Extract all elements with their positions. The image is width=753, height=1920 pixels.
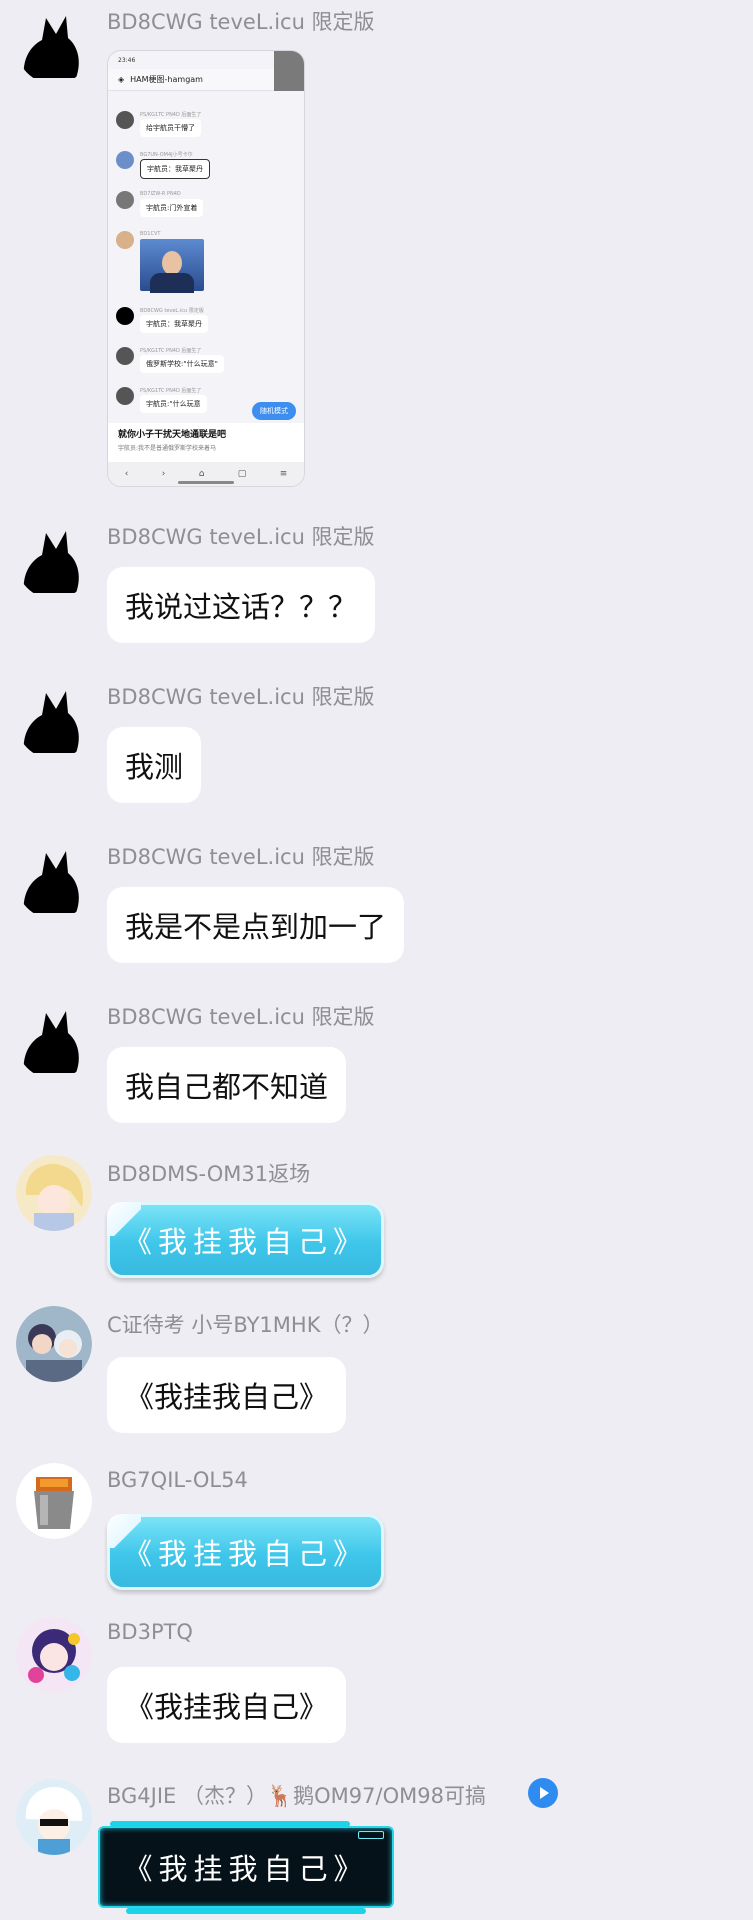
anime-girl-avatar[interactable] <box>16 1155 92 1231</box>
message-7: C证待考 小号BY1MHK（？） 《我挂我自己》 <box>0 1306 753 1454</box>
frame-dots <box>358 1831 384 1839</box>
black-cat-avatar[interactable] <box>16 523 92 599</box>
sender-name: BD8CWG teveL.icu 限定版 <box>107 525 375 549</box>
black-cat-avatar[interactable] <box>16 1003 92 1079</box>
thumb-row: PS/KG1TC PN4D 后面生了 给宇航员干懵了 <box>116 111 296 141</box>
black-cat-avatar[interactable] <box>16 843 92 919</box>
message-2: BD8CWG teveL.icu 限定版 我说过这话？？？ <box>0 515 753 665</box>
black-cat-avatar[interactable] <box>16 8 92 84</box>
sender-name: BD3PTQ <box>107 1620 193 1644</box>
thumb-corner <box>274 51 304 91</box>
decorated-bubble[interactable]: 《我挂我自己》 <box>107 1514 384 1590</box>
mini-avatar <box>116 307 134 325</box>
play-icon[interactable] <box>528 1778 558 1808</box>
frame-bar-top <box>110 1821 350 1827</box>
sender-name: BG7QIL-OL54 <box>107 1468 248 1492</box>
message-4: BD8CWG teveL.icu 限定版 我是不是点到加一了 <box>0 835 753 985</box>
message-bubble[interactable]: 我说过这话？？？ <box>107 567 376 643</box>
sender-name: C证待考 小号BY1MHK（？） <box>107 1313 384 1337</box>
bucket-avatar[interactable] <box>16 1463 92 1539</box>
sender-name: BD8DMS-OM31返场 <box>107 1162 311 1186</box>
astronaut-photo <box>140 239 204 293</box>
tech-frame-bubble[interactable]: 《我挂我自己》 <box>98 1821 394 1914</box>
thumb-row: PS/KG1TC PN4D 后面生了 俄罗斯学校:"什么玩意" <box>116 347 296 377</box>
mini-avatar <box>116 191 134 209</box>
anime-sunglasses-avatar[interactable] <box>16 1779 92 1855</box>
message-5: BD8CWG teveL.icu 限定版 我自己都不知道 <box>0 995 753 1145</box>
thumb-row: BD7IZW-R PN4D 宇航员:门外宣着 <box>116 191 296 221</box>
shield-icon: ◈ <box>118 75 125 84</box>
black-cat-avatar[interactable] <box>16 683 92 759</box>
mini-avatar <box>116 151 134 169</box>
message-3: BD8CWG teveL.icu 限定版 我测 <box>0 675 753 825</box>
message-1: BD8CWG teveL.icu 限定版 23:46 ◈ HAM梗图-hamgam… <box>0 0 753 500</box>
sender-name: BD8CWG teveL.icu 限定版 <box>107 10 375 34</box>
thumb-article: 就你小子干扰天地通联是吧 宇航员:我不是普通俄罗斯学校来着马 <box>108 423 304 463</box>
sender-name: BD8CWG teveL.icu 限定版 <box>107 1005 375 1029</box>
random-mode-button: 随机模式 <box>252 402 296 420</box>
message-bubble[interactable]: 《我挂我自己》 <box>107 1357 347 1433</box>
decorated-bubble[interactable]: 《我挂我自己》 <box>107 1202 384 1278</box>
message-bubble[interactable]: 我测 <box>107 727 202 803</box>
mini-avatar <box>116 387 134 405</box>
home-handle <box>178 481 234 484</box>
message-bubble[interactable]: 我是不是点到加一了 <box>107 887 405 963</box>
thumb-row: BD8CWG teveL.icu 限定版 宇航员：我草聚丹 <box>116 307 296 337</box>
colorful-avatar[interactable] <box>16 1617 92 1693</box>
message-9: BD3PTQ 《我挂我自己》 <box>0 1617 753 1767</box>
sender-name: BG4JIE （杰？）🦌鹅OM97/OM98可搞 <box>107 1784 486 1808</box>
sender-name: BD8CWG teveL.icu 限定版 <box>107 685 375 709</box>
frame-bar-bottom <box>126 1908 366 1914</box>
thumb-row: BD1CVT <box>116 231 296 301</box>
message-8: BG7QIL-OL54 《我挂我自己》 <box>0 1463 753 1611</box>
message-6: BD8DMS-OM31返场 《我挂我自己》 <box>0 1155 753 1300</box>
thumb-row: BG7UN-OM4J小号卡尔 宇航员：我草聚丹 <box>116 151 296 181</box>
message-bubble[interactable]: 我自己都不知道 <box>107 1047 347 1123</box>
anime-duo-avatar[interactable] <box>16 1306 92 1382</box>
message-10: BG4JIE （杰？）🦌鹅OM97/OM98可搞 《我挂我自己》 <box>0 1775 753 1920</box>
sender-name: BD8CWG teveL.icu 限定版 <box>107 845 375 869</box>
screenshot-image[interactable]: 23:46 ◈ HAM梗图-hamgam PS/KG1TC PN4D 后面生了 给… <box>107 50 305 487</box>
message-bubble[interactable]: 《我挂我自己》 <box>107 1667 347 1743</box>
mini-avatar <box>116 111 134 129</box>
mini-avatar <box>116 231 134 249</box>
mini-avatar <box>116 347 134 365</box>
